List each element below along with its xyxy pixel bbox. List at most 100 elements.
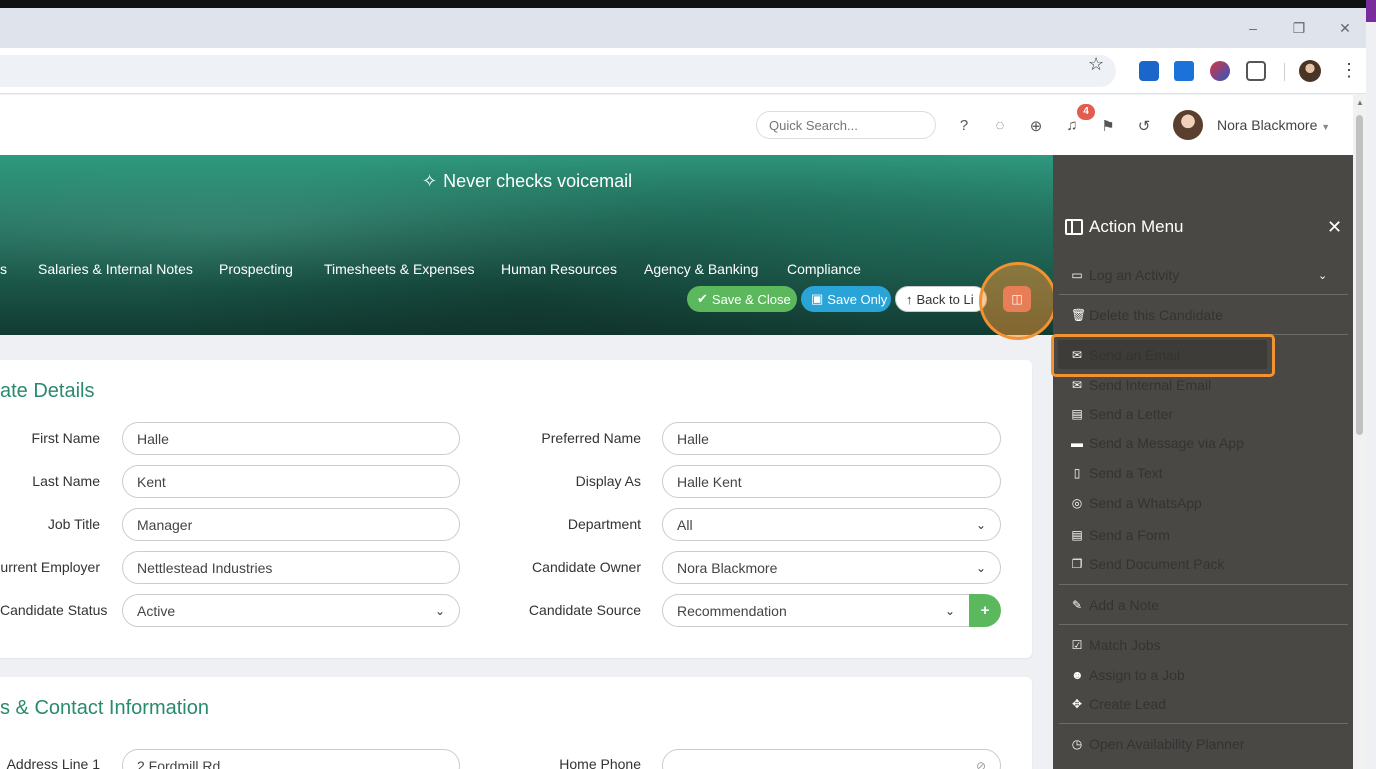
job-title-label: Job Title (47, 516, 100, 532)
browser-toolbar: ☆ ⋮ (0, 48, 1366, 94)
action-open-availability-planner-label: Open Availability Planner (1089, 736, 1245, 752)
candidate-status-select[interactable]: Active ⌄ (122, 594, 460, 627)
current-employer-field[interactable]: Nettlestead Industries (122, 551, 460, 584)
user-name: Nora Blackmore (1217, 117, 1318, 133)
last-name-value: Kent (137, 473, 166, 490)
home-phone-field[interactable]: ⊘ (662, 749, 1001, 769)
tab-human-resources[interactable]: Human Resources (501, 261, 617, 277)
form-icon: ▤ (1071, 528, 1083, 542)
chat-icon[interactable]: ◌ (991, 117, 1009, 134)
action-send-whatsapp[interactable]: ◎ Send a WhatsApp (1071, 495, 1202, 511)
tab-truncated[interactable]: s (0, 261, 7, 277)
candidate-source-select[interactable]: Recommendation ⌄ (662, 594, 970, 627)
help-icon[interactable]: ? (955, 117, 973, 134)
profile-avatar[interactable] (1299, 60, 1321, 82)
preferred-name-field[interactable]: Halle (662, 422, 1001, 455)
action-assign-job[interactable]: ☻ Assign to a Job (1071, 667, 1185, 683)
address-bar[interactable] (0, 55, 1116, 87)
tab-compliance[interactable]: Compliance (787, 261, 861, 277)
tab-agency-banking[interactable]: Agency & Banking (644, 261, 758, 277)
quick-search-input[interactable] (756, 111, 936, 139)
history-icon[interactable]: ↺ (1135, 117, 1153, 135)
action-delete-candidate[interactable]: 🗑 Delete this Candidate (1071, 307, 1223, 323)
candidate-owner-select[interactable]: Nora Blackmore ⌄ (662, 551, 1001, 584)
first-name-field[interactable]: Halle (122, 422, 460, 455)
action-send-text[interactable]: ▯ Send a Text (1071, 465, 1163, 481)
document-icon: ▤ (1071, 407, 1083, 421)
user-avatar[interactable] (1173, 110, 1203, 140)
envelope-icon: ✉ (1071, 378, 1083, 392)
add-source-button[interactable]: + (969, 594, 1001, 627)
bell-icon[interactable]: ♫ (1063, 117, 1081, 134)
action-match-jobs[interactable]: ☑ Match Jobs (1071, 637, 1161, 653)
add-circle-icon[interactable]: ⊕ (1027, 117, 1045, 135)
job-title-field[interactable]: Manager (122, 508, 460, 541)
action-add-note-label: Add a Note (1089, 597, 1160, 613)
save-close-label: Save & Close (711, 291, 791, 307)
action-send-letter[interactable]: ▤ Send a Letter (1071, 406, 1173, 422)
screen: – ❐ ✕ ☆ ⋮ ▲ ? ◌ ⊕ ♫ 4 ⚑ ↺ Nora Blackmore… (0, 0, 1376, 769)
department-select[interactable]: All ⌄ (662, 508, 1001, 541)
action-panel-toggle-button[interactable]: ◫ (1003, 286, 1031, 312)
display-as-field[interactable]: Halle Kent (662, 465, 1001, 498)
user-menu[interactable]: Nora Blackmore ▼ (1217, 117, 1330, 133)
window-restore-button[interactable]: ❐ (1276, 8, 1322, 48)
department-label: Department (567, 516, 641, 532)
app-header: ? ◌ ⊕ ♫ 4 ⚑ ↺ Nora Blackmore ▼ (0, 95, 1353, 155)
tab-prospecting[interactable]: Prospecting (219, 261, 293, 277)
address-line-1-field[interactable]: 2 Fordmill Rd (122, 749, 460, 769)
candidate-banner: ✧ Never checks voicemail s Salaries & In… (0, 155, 1053, 335)
action-send-letter-label: Send a Letter (1089, 406, 1174, 422)
action-create-lead[interactable]: ✥ Create Lead (1071, 696, 1166, 712)
tab-timesheets-expenses[interactable]: Timesheets & Expenses (324, 261, 474, 277)
scroll-up-arrow-icon[interactable]: ▲ (1356, 98, 1364, 107)
blocked-icon: ⊘ (975, 758, 986, 769)
job-title-value: Manager (137, 516, 193, 533)
action-send-internal-email[interactable]: ✉ Send Internal Email (1071, 377, 1211, 393)
last-name-label: Last Name (32, 473, 100, 489)
action-delete-candidate-label: Delete this Candidate (1089, 307, 1223, 323)
extensions-puzzle-icon[interactable] (1246, 61, 1266, 81)
extension-flag-icon[interactable] (1210, 61, 1230, 81)
bookmark-star-icon[interactable]: ☆ (1088, 54, 1104, 75)
documents-icon: ❐ (1071, 557, 1083, 571)
close-icon[interactable]: ✕ (1327, 217, 1342, 238)
action-log-activity[interactable]: ▭ Log an Activity (1071, 267, 1179, 283)
extension-badge-icon[interactable] (1139, 61, 1159, 81)
action-add-note[interactable]: ✎ Add a Note (1071, 597, 1159, 613)
window-close-button[interactable]: ✕ (1322, 8, 1368, 48)
address-line-1-value: 2 Fordmill Rd (137, 757, 221, 769)
action-send-app-message[interactable]: ▬ Send a Message via App (1071, 435, 1244, 451)
candidate-owner-label: Candidate Owner (532, 559, 641, 575)
chevron-down-icon[interactable]: ⌄ (1318, 269, 1327, 282)
divider (1059, 624, 1348, 625)
panel-icon: ◫ (1011, 292, 1023, 306)
last-name-field[interactable]: Kent (122, 465, 460, 498)
back-to-list-button[interactable]: ↑ Back to Li (895, 286, 987, 312)
first-name-value: Halle (137, 430, 169, 447)
page-scrollbar[interactable]: ▲ (1353, 95, 1366, 769)
save-only-label: Save Only (827, 291, 888, 307)
floppy-icon: ▣ (811, 291, 824, 306)
scrollbar-thumb[interactable] (1356, 115, 1363, 435)
tab-salaries-internal-notes[interactable]: Salaries & Internal Notes (38, 261, 193, 277)
extension-gear-icon[interactable] (1174, 61, 1194, 81)
action-assign-job-label: Assign to a Job (1089, 667, 1185, 683)
candidate-source-value: Recommendation (677, 602, 787, 619)
current-employer-value: Nettlestead Industries (137, 559, 273, 576)
chevron-down-icon: ⌄ (975, 560, 986, 575)
window-minimize-button[interactable]: – (1230, 8, 1276, 48)
action-send-form[interactable]: ▤ Send a Form (1071, 527, 1170, 543)
browser-menu-icon[interactable]: ⋮ (1340, 60, 1358, 81)
action-log-activity-label: Log an Activity (1089, 267, 1180, 283)
action-send-document-pack[interactable]: ❐ Send Document Pack (1071, 556, 1225, 572)
action-send-form-label: Send a Form (1089, 527, 1170, 543)
save-close-button[interactable]: ✔ Save & Close (687, 286, 797, 312)
contact-information-title: s & Contact Information (0, 697, 209, 719)
action-open-availability-planner[interactable]: ◷ Open Availability Planner (1071, 736, 1245, 752)
flag-icon[interactable]: ⚑ (1099, 117, 1117, 135)
mobile-icon: ▯ (1073, 466, 1081, 480)
lead-icon: ✥ (1071, 697, 1083, 711)
chevron-down-icon: ⌄ (434, 603, 445, 618)
save-only-button[interactable]: ▣ Save Only (801, 286, 891, 312)
